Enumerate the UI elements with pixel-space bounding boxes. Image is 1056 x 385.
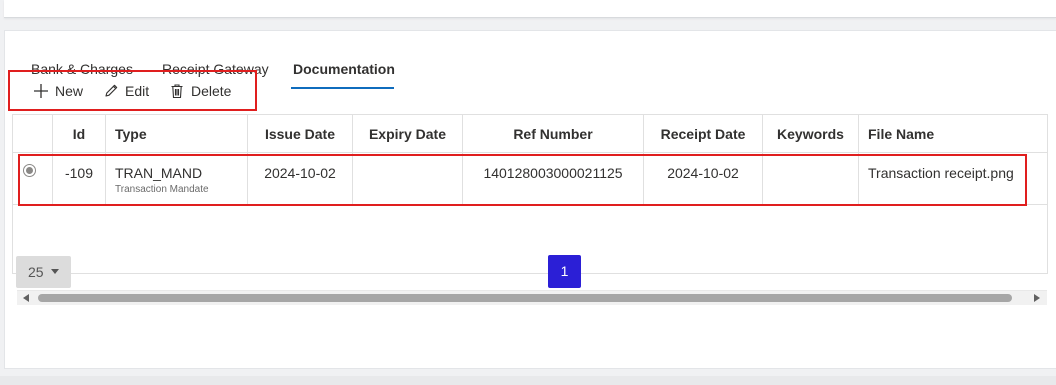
grid-header: Id Type Issue Date Expiry Date Ref Numbe… <box>13 115 1047 153</box>
cell-ref-number-value: 140128003000021125 <box>483 165 623 181</box>
cell-id: -109 <box>53 153 106 205</box>
caret-down-icon <box>51 269 59 274</box>
header-select <box>13 115 53 153</box>
trash-icon <box>171 84 183 99</box>
cell-receipt-date-value: 2024-10-02 <box>667 165 739 181</box>
cell-keywords <box>763 153 859 205</box>
cell-type-description: Transaction Mandate <box>115 184 209 195</box>
header-file-name[interactable]: File Name <box>859 115 1047 153</box>
header-keywords[interactable]: Keywords <box>763 115 859 153</box>
new-button[interactable]: New <box>33 83 83 99</box>
table-row[interactable]: -109 TRAN_MAND Transaction Mandate 2024-… <box>13 153 1047 205</box>
cell-file-name: Transaction receipt.png <box>859 153 1047 205</box>
scrollbar-thumb[interactable] <box>38 294 1012 302</box>
cell-issue-date: 2024-10-02 <box>248 153 353 205</box>
scroll-left-arrow-icon[interactable] <box>23 294 29 302</box>
horizontal-scrollbar[interactable] <box>17 290 1047 305</box>
new-button-label: New <box>55 83 84 99</box>
documents-grid: Id Type Issue Date Expiry Date Ref Numbe… <box>12 114 1048 274</box>
cell-issue-date-value: 2024-10-02 <box>264 165 336 181</box>
tab-documentation[interactable]: Documentation <box>293 61 395 77</box>
cell-receipt-date: 2024-10-02 <box>644 153 763 205</box>
delete-button-label: Delete <box>191 83 232 99</box>
header-ref-number[interactable]: Ref Number <box>463 115 644 153</box>
cell-id-value: -109 <box>64 165 94 181</box>
cell-ref-number: 140128003000021125 <box>463 153 644 205</box>
header-receipt-date[interactable]: Receipt Date <box>644 115 763 153</box>
page-size-select[interactable]: 25 <box>16 256 71 288</box>
cell-expiry-date <box>353 153 463 205</box>
top-card <box>4 0 1056 18</box>
active-tab-indicator <box>291 87 394 89</box>
cell-type: TRAN_MAND Transaction Mandate <box>106 153 248 205</box>
scroll-right-arrow-icon[interactable] <box>1034 294 1040 302</box>
edit-button-label: Edit <box>125 83 150 99</box>
header-type[interactable]: Type <box>106 115 248 153</box>
pencil-icon <box>105 84 118 97</box>
bottom-card-edge <box>0 376 1056 385</box>
row-radio[interactable] <box>23 164 36 177</box>
plus-icon <box>34 84 48 98</box>
page-size-value: 25 <box>28 264 44 280</box>
page-button-current[interactable]: 1 <box>548 255 581 288</box>
header-expiry-date[interactable]: Expiry Date <box>353 115 463 153</box>
row-select-cell[interactable] <box>13 153 53 205</box>
cell-type-code: TRAN_MAND <box>115 165 203 181</box>
edit-button[interactable]: Edit <box>103 83 149 99</box>
header-issue-date[interactable]: Issue Date <box>248 115 353 153</box>
delete-button[interactable]: Delete <box>169 83 231 99</box>
header-id[interactable]: Id <box>53 115 106 153</box>
cell-file-name-value: Transaction receipt.png <box>868 165 1014 181</box>
